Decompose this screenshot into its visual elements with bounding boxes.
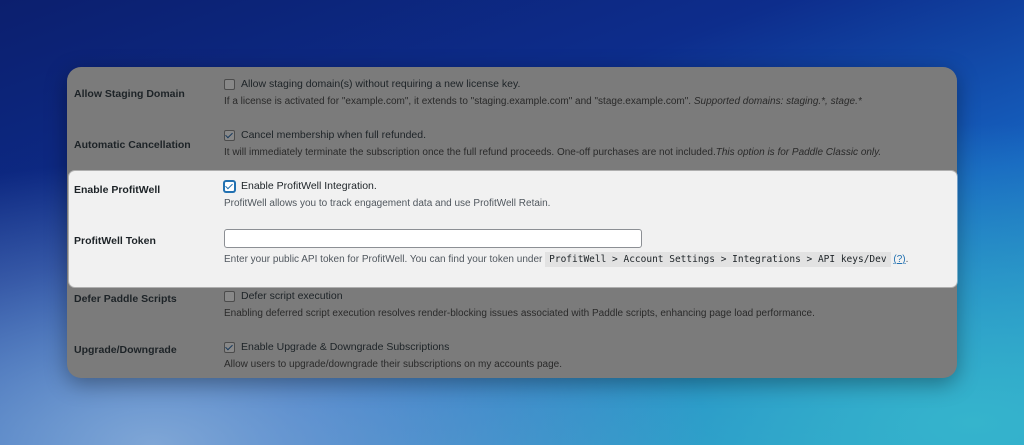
setting-label: Defer Paddle Scripts [74,293,177,305]
checkbox-line[interactable]: Enable Upgrade & Downgrade Subscriptions [224,340,947,354]
setting-field: Allow staging domain(s) without requirin… [224,77,947,107]
automatic-cancellation-checkbox[interactable] [224,129,235,141]
setting-field: Enable Upgrade & Downgrade Subscriptions… [224,340,947,370]
upgrade-downgrade-checkbox[interactable] [224,341,235,353]
setting-row-defer-paddle-scripts: Defer Paddle Scripts Defer script execut… [67,289,957,329]
checkbox-label: Cancel membership when full refunded. [241,129,427,141]
enable-profitwell-checkbox[interactable] [224,180,235,192]
checkbox-line[interactable]: Cancel membership when full refunded. [224,128,947,142]
setting-field: Cancel membership when full refunded. It… [224,128,947,158]
checkbox-line[interactable]: Defer script execution [224,289,947,303]
description-text: Enter your public API token for ProfitWe… [224,254,546,265]
setting-label: Automatic Cancellation [74,139,191,151]
profitwell-token-input[interactable] [224,229,642,248]
help-link[interactable]: (?) [893,254,905,265]
setting-description: Enter your public API token for ProfitWe… [224,252,947,267]
description-text: It will immediately terminate the subscr… [224,147,716,158]
setting-description: Enabling deferred script execution resol… [224,308,815,319]
setting-description: Allow users to upgrade/downgrade their s… [224,359,562,370]
setting-description: If a license is activated for "example.c… [224,96,947,107]
description-italic: Supported domains: staging.*, stage.* [693,96,862,107]
setting-field: Enable ProfitWell Integration. ProfitWel… [224,179,947,209]
setting-row-allow-staging-domain: Allow Staging Domain Allow staging domai… [67,77,957,121]
token-location-code: ProfitWell > Account Settings > Integrat… [545,252,891,267]
checkbox-line[interactable]: Allow staging domain(s) without requirin… [224,77,947,91]
setting-description: ProfitWell allows you to track engagemen… [224,198,551,209]
description-suffix: . [905,254,909,265]
setting-field: Enter your public API token for ProfitWe… [224,229,947,267]
checkbox-label: Enable ProfitWell Integration. [241,180,377,192]
setting-row-upgrade-downgrade: Upgrade/Downgrade Enable Upgrade & Downg… [67,340,957,376]
setting-label: ProfitWell Token [74,235,156,247]
description-text: If a license is activated for "example.c… [224,96,694,107]
settings-panel: Allow Staging Domain Allow staging domai… [67,67,957,378]
allow-staging-domain-checkbox[interactable] [224,78,235,90]
profitwell-settings-highlight: Enable ProfitWell Enable ProfitWell Inte… [69,171,957,287]
setting-row-automatic-cancellation: Automatic Cancellation Cancel membership… [67,128,957,172]
defer-paddle-scripts-checkbox[interactable] [224,290,235,302]
setting-label: Enable ProfitWell [74,184,161,196]
setting-label: Upgrade/Downgrade [74,344,177,356]
checkbox-label: Enable Upgrade & Downgrade Subscriptions [241,341,450,353]
setting-description: It will immediately terminate the subscr… [224,147,947,158]
checkbox-label: Defer script execution [241,290,343,302]
setting-label: Allow Staging Domain [74,88,185,100]
setting-field: Defer script execution Enabling deferred… [224,289,947,319]
checkbox-label: Allow staging domain(s) without requirin… [241,78,521,90]
description-italic: This option is for Paddle Classic only. [715,147,882,158]
checkbox-line[interactable]: Enable ProfitWell Integration. [224,179,947,193]
